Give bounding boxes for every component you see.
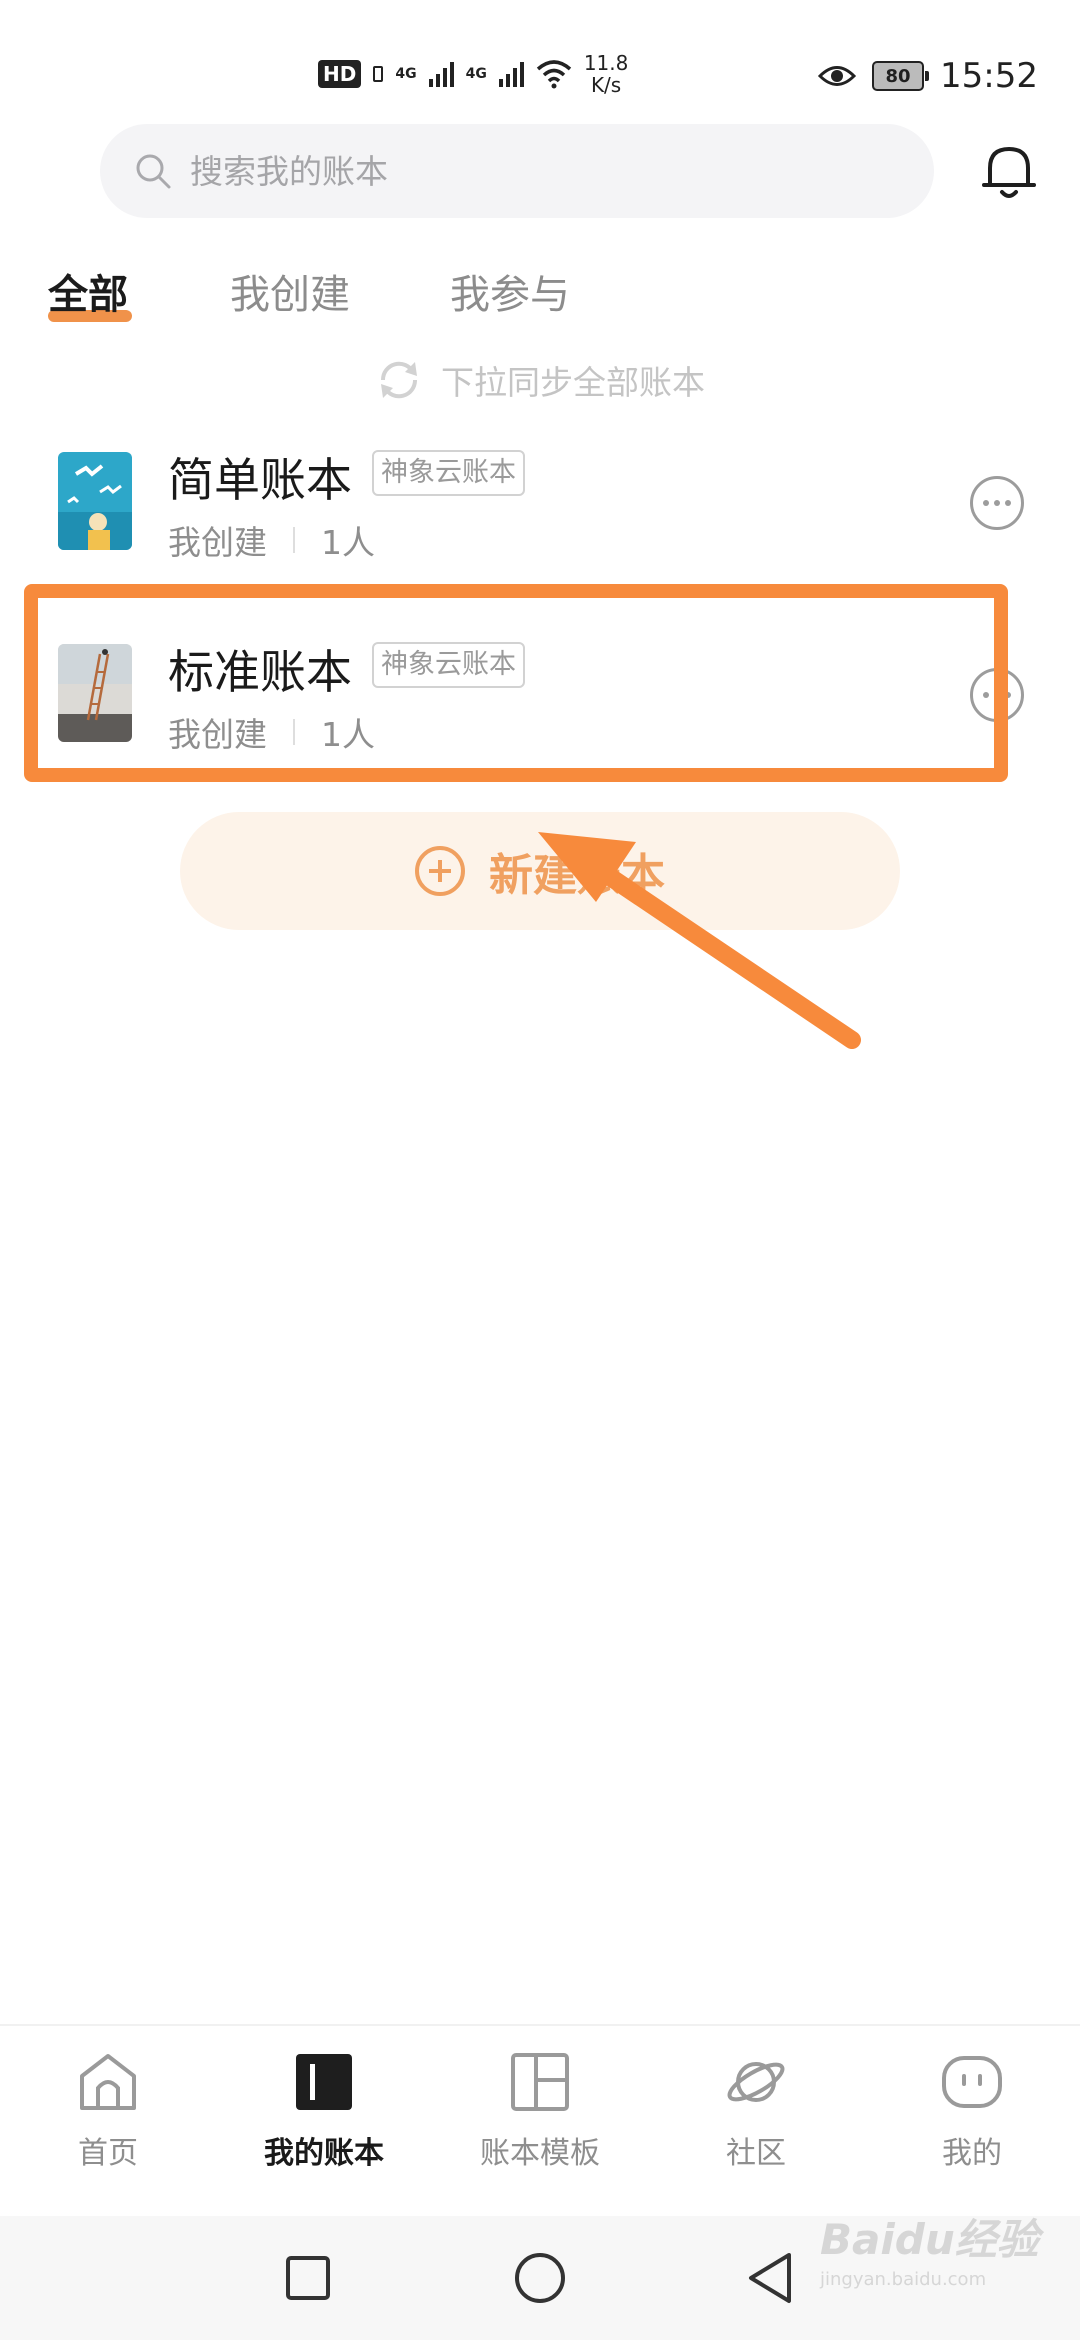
book-members: 1人 [321, 715, 375, 754]
book-meta: 我创建 1人 [168, 516, 375, 564]
book-item[interactable]: 简单账本 神象云账本 我创建 1人 [0, 420, 1080, 600]
nav-community[interactable]: 社区 [666, 2050, 846, 2172]
more-options-icon[interactable] [970, 476, 1024, 530]
network-speed: 11.8 K/s [583, 51, 629, 97]
nav-my-books[interactable]: 我的账本 [234, 2050, 414, 2172]
planet-icon [727, 2062, 785, 2102]
profile-face-icon [942, 2056, 1002, 2108]
refresh-icon [380, 361, 418, 399]
bell-icon[interactable] [976, 138, 1042, 204]
recent-apps-button[interactable] [274, 2244, 342, 2312]
book-cover-seagull [58, 452, 132, 550]
template-icon [511, 2053, 569, 2111]
book-cover-ladder [58, 644, 132, 742]
network-type-1: 4G [395, 66, 417, 82]
square-icon [286, 2256, 330, 2300]
search-icon [136, 154, 171, 189]
status-bar: HD 4G 4G 11.8 K/s 80 15:52 [0, 0, 1080, 120]
sim-icon [373, 66, 384, 82]
nav-profile[interactable]: 我的 [882, 2050, 1062, 2172]
back-button[interactable] [736, 2244, 804, 2312]
book-members: 1人 [321, 523, 375, 562]
triangle-back-icon [749, 2253, 791, 2303]
watermark: Baidu经验 jingyan.baidu.com [820, 2215, 1039, 2290]
new-book-button[interactable]: 新建账本 [180, 812, 900, 930]
signal-2: 4G [466, 67, 487, 81]
home-icon [80, 2054, 136, 2110]
hd-badge: HD [318, 60, 362, 88]
sync-hint: 下拉同步全部账本 [0, 350, 1080, 410]
nav-home[interactable]: 首页 [18, 2050, 198, 2172]
book-meta: 我创建 1人 [168, 708, 375, 756]
tab-joined[interactable]: 我参与 [450, 262, 570, 320]
home-button[interactable] [506, 2244, 574, 2312]
book-item[interactable]: 标准账本 神象云账本 我创建 1人 [0, 612, 1080, 792]
book-role: 我创建 [168, 523, 267, 562]
tab-created[interactable]: 我创建 [230, 262, 350, 320]
network-type-2: 4G [465, 66, 487, 82]
signal-bars-icon [428, 61, 454, 87]
clock: 15:52 [940, 56, 1038, 96]
battery-icon: 80 [872, 61, 930, 91]
more-options-icon[interactable] [970, 668, 1024, 722]
book-title: 简单账本 [168, 453, 352, 507]
tab-all[interactable]: 全部 [48, 262, 132, 322]
wifi-icon [536, 60, 571, 89]
signal-1: 4G [395, 67, 416, 81]
meta-divider [293, 527, 295, 553]
meta-divider [293, 719, 295, 745]
eye-icon [818, 66, 857, 86]
plus-circle-icon [415, 846, 465, 896]
bottom-nav: 首页 我的账本 账本模板 社区 我的 [0, 2024, 1080, 2216]
search-input[interactable] [190, 151, 870, 191]
book-icon [296, 2054, 352, 2110]
status-right: 80 15:52 [818, 56, 1038, 96]
book-role: 我创建 [168, 715, 267, 754]
book-tag: 神象云账本 [372, 642, 525, 688]
book-tag: 神象云账本 [372, 450, 525, 496]
status-left: HD 4G 4G 11.8 K/s [318, 52, 628, 96]
new-book-label: 新建账本 [489, 850, 665, 901]
search-bar[interactable] [100, 124, 934, 218]
signal-bars-icon [498, 61, 524, 87]
nav-templates[interactable]: 账本模板 [450, 2050, 630, 2172]
book-title: 标准账本 [168, 645, 352, 699]
circle-icon [515, 2253, 565, 2303]
